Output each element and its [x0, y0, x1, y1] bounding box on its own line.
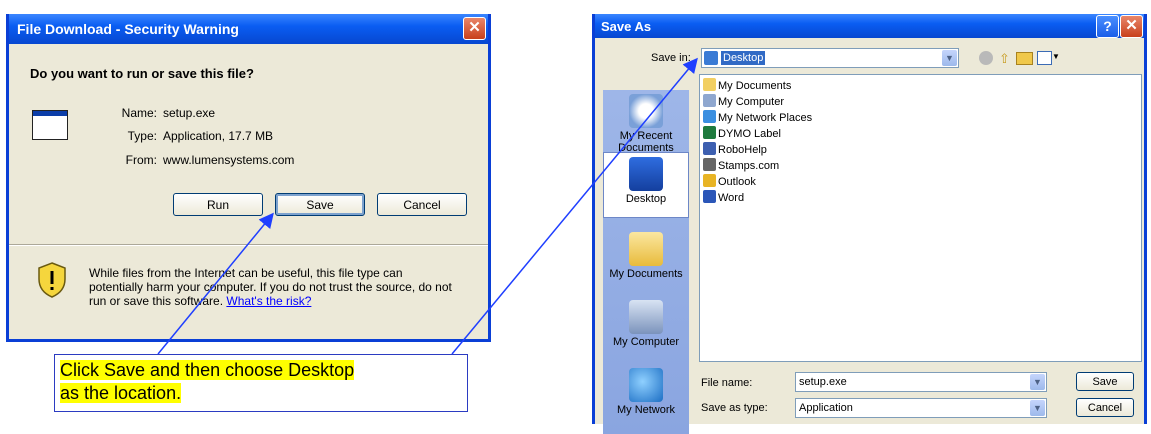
annotation-arrows [157, 57, 698, 355]
arrow-to-desktop [451, 57, 698, 355]
arrow-to-save [157, 212, 274, 355]
